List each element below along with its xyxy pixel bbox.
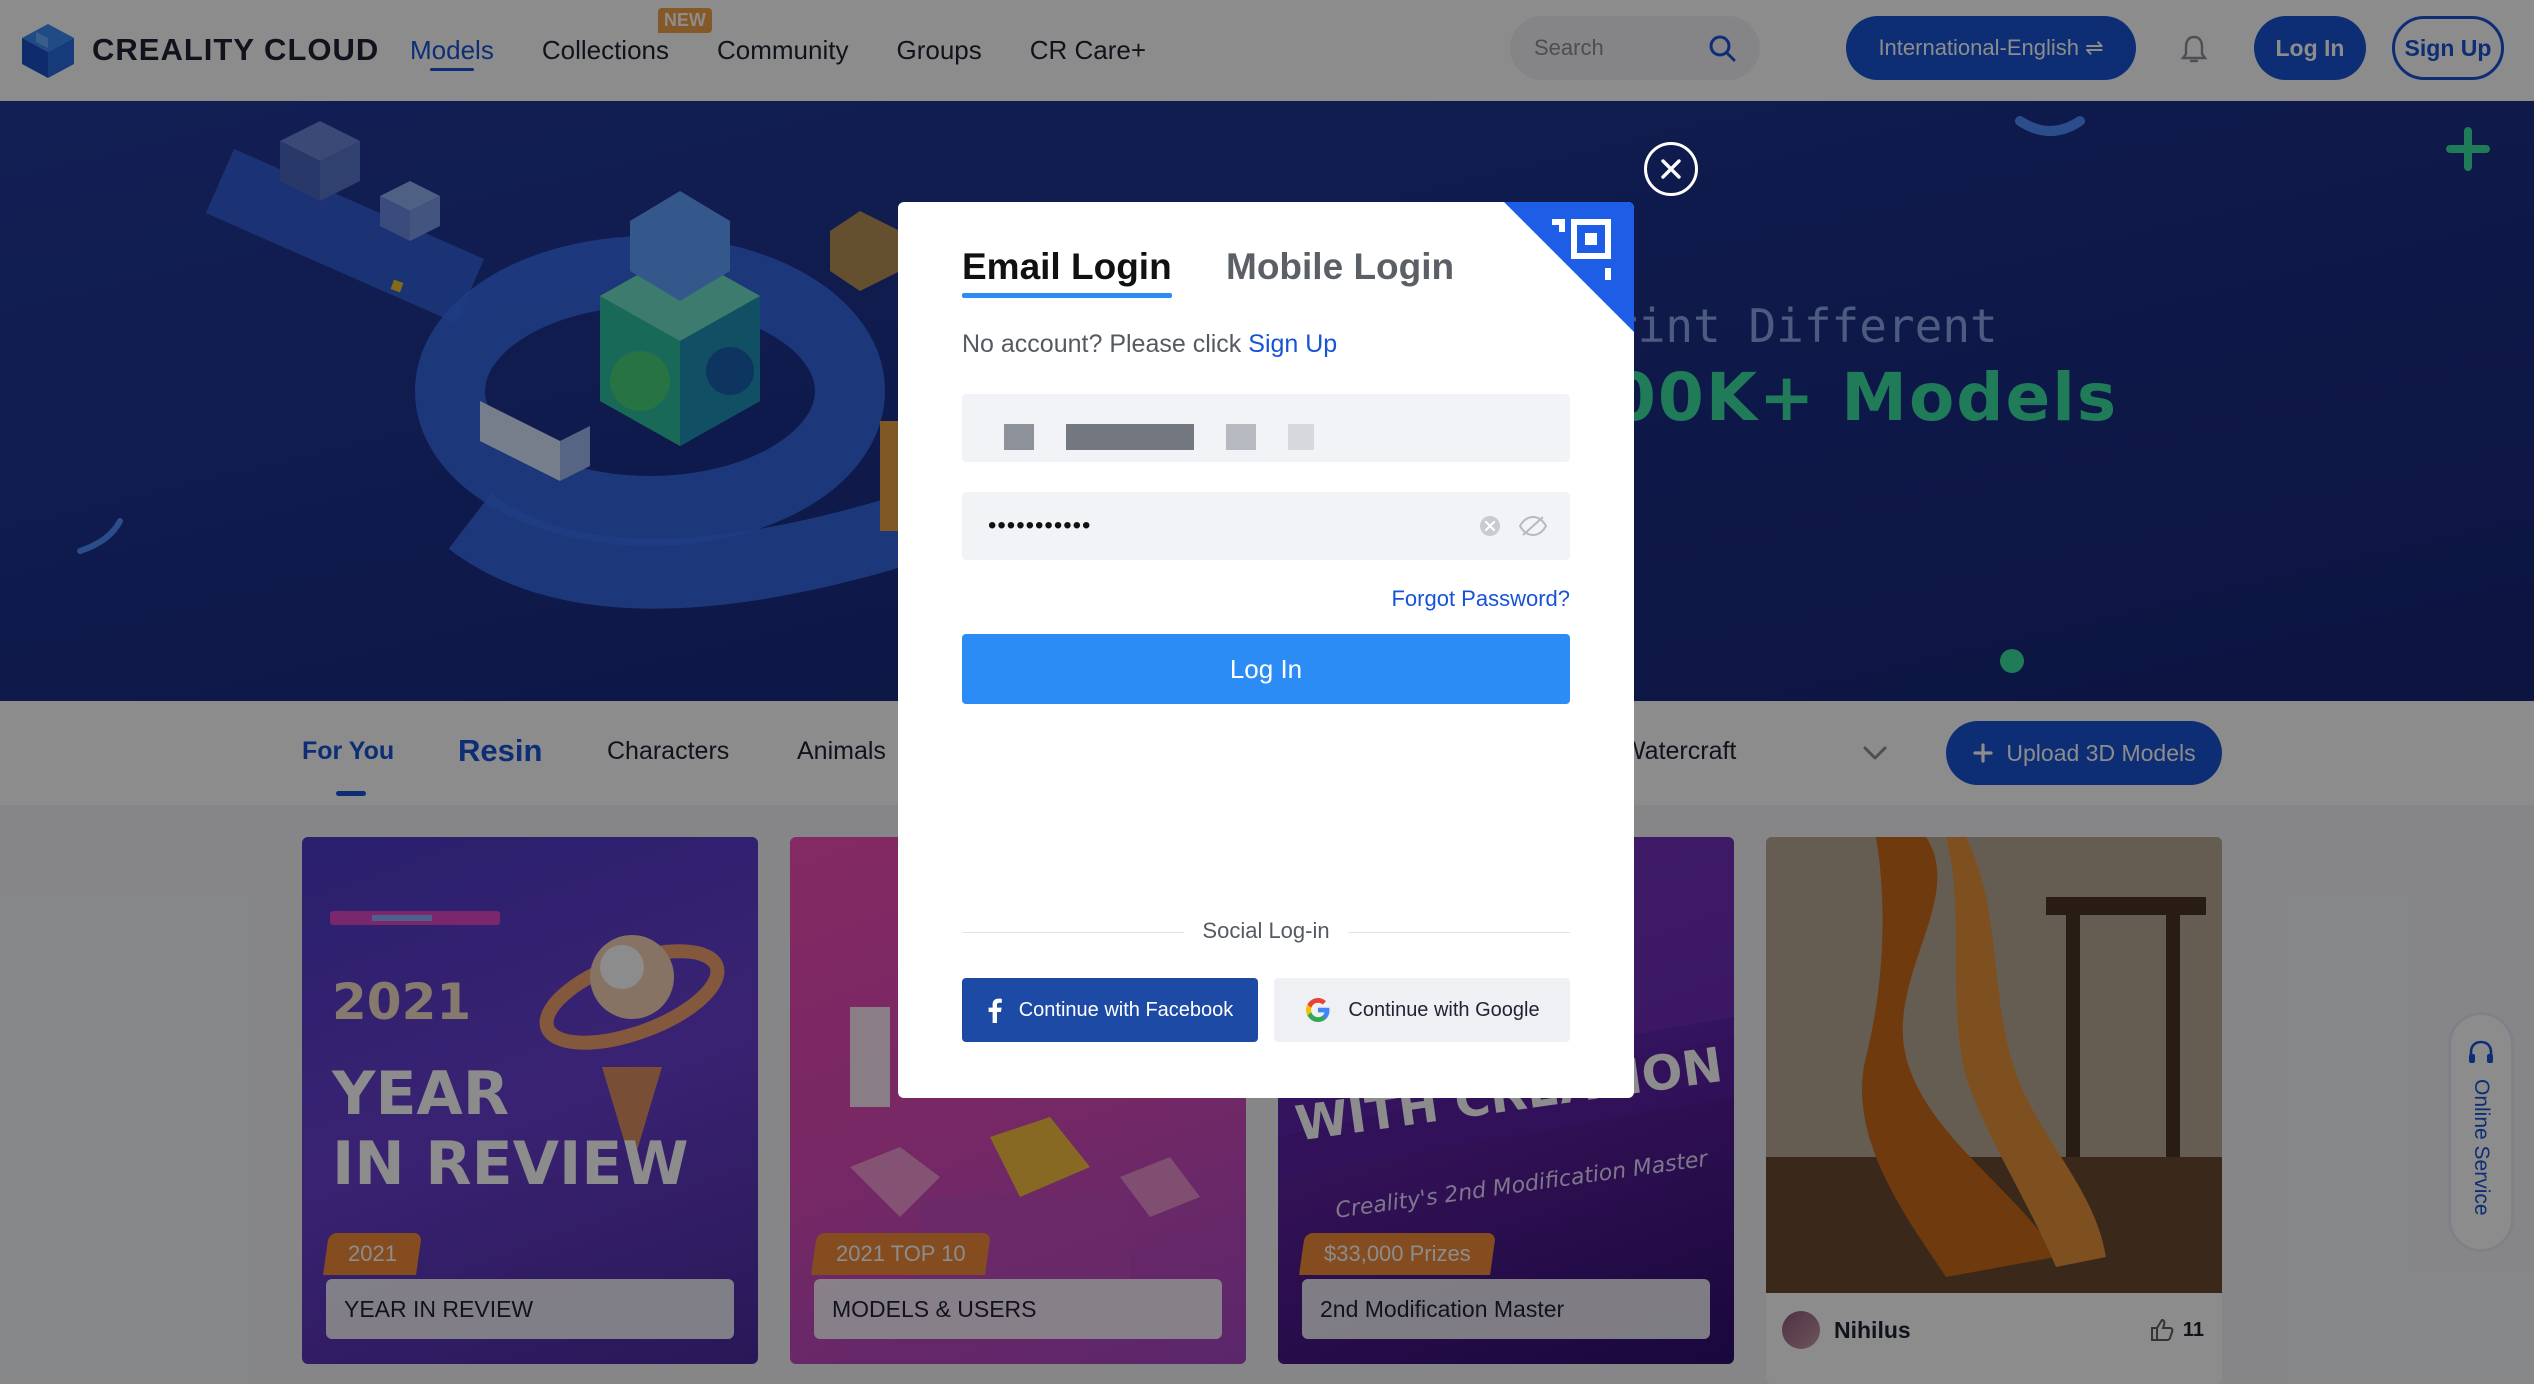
redacted-text — [1288, 424, 1314, 450]
close-icon — [1661, 159, 1681, 179]
password-field[interactable] — [962, 492, 1570, 560]
social-login-divider: Social Log-in — [962, 918, 1570, 948]
login-submit-button[interactable]: Log In — [962, 634, 1570, 704]
no-account-text: No account? Please click — [962, 330, 1242, 358]
tab-email-login[interactable]: Email Login — [962, 246, 1172, 298]
qr-code-icon[interactable] — [1504, 202, 1634, 332]
eye-off-icon[interactable] — [1518, 514, 1548, 538]
password-input[interactable] — [988, 492, 1468, 560]
social-login-label: Social Log-in — [1202, 918, 1330, 943]
google-login-button[interactable]: Continue with Google — [1274, 978, 1570, 1042]
facebook-icon — [987, 997, 1003, 1023]
forgot-password-link[interactable]: Forgot Password? — [1391, 586, 1570, 612]
google-login-label: Continue with Google — [1348, 998, 1540, 1021]
redacted-text — [1004, 424, 1034, 450]
signup-link[interactable]: Sign Up — [1248, 330, 1337, 358]
tab-mobile-login[interactable]: Mobile Login — [1226, 246, 1454, 288]
no-account-prompt: No account? Please click Sign Up — [962, 330, 1337, 359]
email-field[interactable] — [962, 394, 1570, 462]
google-icon — [1304, 996, 1332, 1024]
redacted-text — [1066, 424, 1194, 450]
facebook-login-label: Continue with Facebook — [1018, 998, 1234, 1021]
redacted-text — [1226, 424, 1256, 450]
login-modal: Email Login Mobile Login No account? Ple… — [898, 202, 1634, 1098]
clear-icon[interactable] — [1478, 514, 1502, 538]
divider-line — [1348, 932, 1570, 933]
facebook-login-button[interactable]: Continue with Facebook — [962, 978, 1258, 1042]
close-modal-button[interactable] — [1644, 142, 1698, 196]
